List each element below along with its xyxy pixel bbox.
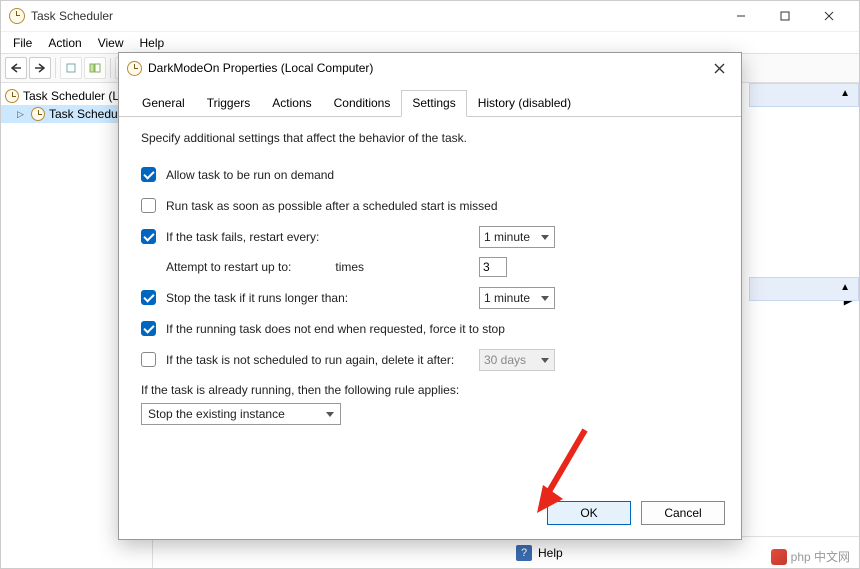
dialog-title: DarkModeOn Properties (Local Computer)	[148, 61, 705, 75]
collapse-arrow-icon: ▲	[840, 88, 850, 99]
select-delete-duration: 30 days	[479, 349, 555, 371]
tree-child-label: Task Schedul	[49, 107, 120, 121]
rule-value: Stop the existing instance	[148, 407, 285, 421]
label-attempt: Attempt to restart up to:	[166, 260, 291, 274]
back-button[interactable]	[5, 57, 27, 79]
titlebar: Task Scheduler	[1, 1, 859, 31]
minimize-button[interactable]	[719, 2, 763, 30]
label-rule: If the task is already running, then the…	[141, 383, 719, 397]
menu-view[interactable]: View	[90, 34, 132, 52]
checkbox-force-stop[interactable]	[141, 321, 156, 336]
select-stop-duration[interactable]: 1 minute	[479, 287, 555, 309]
actions-pane: ▲ ▶ ▲	[749, 83, 859, 568]
checkbox-delete-after[interactable]	[141, 352, 156, 367]
label-force-stop: If the running task does not end when re…	[166, 322, 505, 336]
tree-root-label: Task Scheduler (L	[23, 89, 119, 103]
toolbar-btn-2[interactable]	[84, 57, 106, 79]
watermark-icon	[771, 549, 787, 565]
label-delete-after: If the task is not scheduled to run agai…	[166, 353, 454, 367]
tab-actions[interactable]: Actions	[261, 90, 322, 117]
tab-triggers[interactable]: Triggers	[196, 90, 262, 117]
cancel-button[interactable]: Cancel	[641, 501, 725, 525]
properties-dialog: DarkModeOn Properties (Local Computer) G…	[118, 52, 742, 540]
label-run-asap: Run task as soon as possible after a sch…	[166, 199, 498, 213]
ok-button[interactable]: OK	[547, 501, 631, 525]
dialog-titlebar: DarkModeOn Properties (Local Computer)	[119, 53, 741, 83]
expand-icon[interactable]: ▷	[17, 109, 27, 120]
tab-general[interactable]: General	[131, 90, 196, 117]
row-restart-every: If the task fails, restart every: 1 minu…	[141, 229, 719, 244]
checkbox-run-asap[interactable]	[141, 198, 156, 213]
menu-action[interactable]: Action	[40, 34, 89, 52]
label-allow-demand: Allow task to be run on demand	[166, 168, 334, 182]
checkbox-allow-demand[interactable]	[141, 167, 156, 182]
app-clock-icon	[9, 8, 25, 24]
forward-button[interactable]	[29, 57, 51, 79]
row-allow-demand: Allow task to be run on demand	[141, 167, 719, 182]
menu-file[interactable]: File	[5, 34, 40, 52]
maximize-button[interactable]	[763, 2, 807, 30]
status-strip: ? Help	[156, 536, 859, 568]
help-icon[interactable]: ?	[516, 545, 532, 561]
collapse-arrow-icon: ▲	[840, 282, 850, 293]
menu-help[interactable]: Help	[132, 34, 173, 52]
toolbar-separator-2	[110, 58, 111, 78]
select-restart-interval[interactable]: 1 minute	[479, 226, 555, 248]
watermark-text: php 中文网	[791, 548, 850, 565]
watermark: php 中文网	[771, 548, 850, 565]
row-stop-longer: Stop the task if it runs longer than: 1 …	[141, 290, 719, 305]
select-rule[interactable]: Stop the existing instance	[141, 403, 341, 425]
label-restart-every: If the task fails, restart every:	[166, 230, 319, 244]
clock-icon	[31, 107, 45, 121]
tab-settings[interactable]: Settings	[401, 90, 466, 117]
clock-icon	[5, 89, 19, 103]
toolbar-btn-1[interactable]	[60, 57, 82, 79]
help-label: Help	[538, 546, 563, 560]
row-run-asap: Run task as soon as possible after a sch…	[141, 198, 719, 213]
menubar: File Action View Help	[1, 31, 859, 53]
window-title: Task Scheduler	[31, 9, 719, 23]
toolbar-separator	[55, 58, 56, 78]
row-force-stop: If the running task does not end when re…	[141, 321, 719, 336]
actions-band-2[interactable]: ▲	[749, 277, 859, 301]
tab-history[interactable]: History (disabled)	[467, 90, 582, 117]
row-attempt: Attempt to restart up to: times	[141, 260, 719, 274]
label-stop-longer: Stop the task if it runs longer than:	[166, 291, 348, 305]
input-attempt-count[interactable]	[479, 257, 507, 277]
tab-conditions[interactable]: Conditions	[323, 90, 402, 117]
label-times: times	[335, 260, 364, 274]
dialog-close-button[interactable]	[705, 56, 733, 80]
row-delete-after: If the task is not scheduled to run agai…	[141, 352, 719, 367]
checkbox-stop-longer[interactable]	[141, 290, 156, 305]
actions-band-1[interactable]: ▲	[749, 83, 859, 107]
checkbox-restart-every[interactable]	[141, 229, 156, 244]
dialog-clock-icon	[127, 61, 142, 76]
intro-text: Specify additional settings that affect …	[141, 131, 719, 145]
close-button[interactable]	[807, 2, 851, 30]
tab-strip: General Triggers Actions Conditions Sett…	[119, 83, 741, 117]
dialog-buttons: OK Cancel	[119, 491, 741, 539]
settings-panel: Specify additional settings that affect …	[119, 117, 741, 491]
